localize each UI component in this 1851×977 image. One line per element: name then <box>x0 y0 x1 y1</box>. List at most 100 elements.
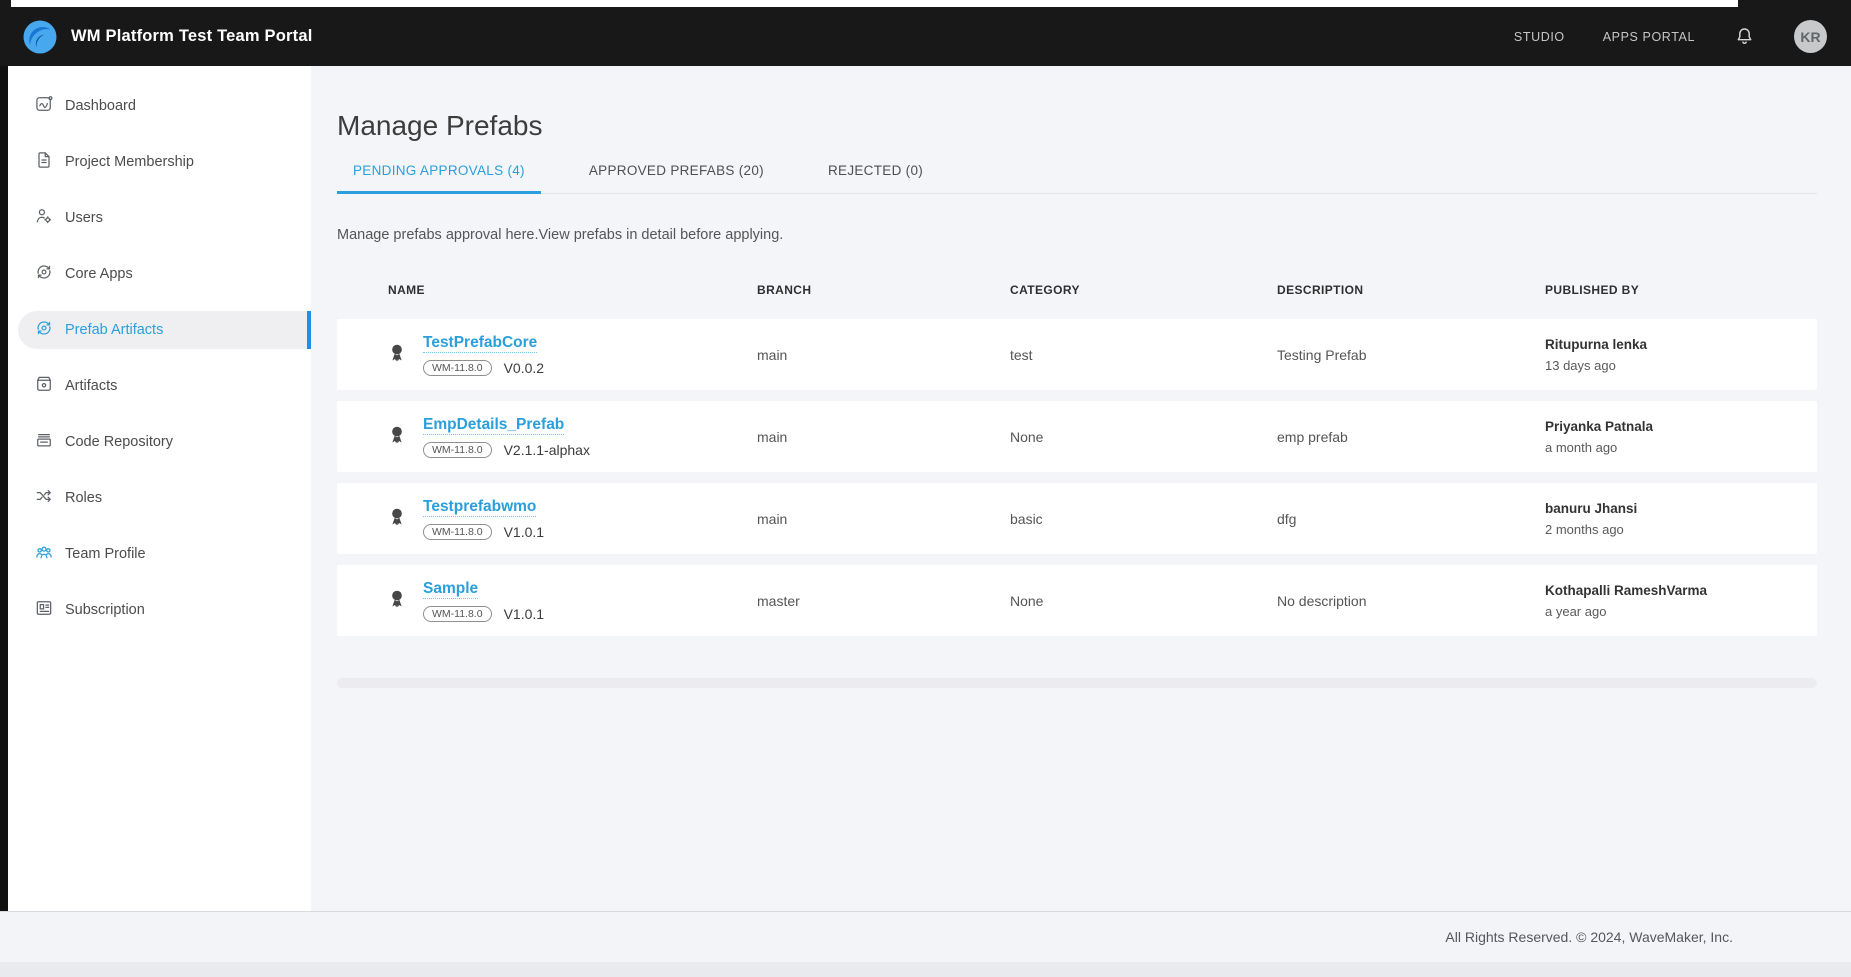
wavemaker-logo <box>22 19 58 55</box>
badge-line: WM-11.8.0 V1.0.1 <box>423 524 544 540</box>
sidebar-item-label: Project Membership <box>65 154 194 170</box>
prefab-medal-icon <box>387 342 407 368</box>
prefab-version: V1.0.1 <box>504 524 544 540</box>
sidebar-item-artifacts[interactable]: Artifacts <box>8 358 311 414</box>
published-time: a month ago <box>1545 440 1817 455</box>
name-info: EmpDetails_Prefab WM-11.8.0 V2.1.1-alpha… <box>423 416 590 458</box>
prefab-version: V0.0.2 <box>504 360 544 376</box>
dashboard-icon <box>34 94 54 118</box>
table-row: Sample WM-11.8.0 V1.0.1 master None No d… <box>337 565 1817 636</box>
publisher-name: Priyanka Patnala <box>1545 419 1817 434</box>
subscription-card-icon <box>34 598 54 622</box>
user-gear-icon <box>34 206 54 230</box>
prefab-name-link[interactable]: EmpDetails_Prefab <box>423 416 564 435</box>
apps-portal-link[interactable]: APPS PORTAL <box>1603 30 1695 44</box>
sidebar-item-label: Team Profile <box>65 546 146 562</box>
table-row: TestPrefabCore WM-11.8.0 V0.0.2 main tes… <box>337 319 1817 390</box>
sidebar-item-label: Dashboard <box>65 98 136 114</box>
column-header-published-by: PUBLISHED BY <box>1545 283 1817 297</box>
bottom-scroll-track[interactable] <box>0 962 1851 977</box>
publisher-name: Ritupurna lenka <box>1545 337 1817 352</box>
table-row: Testprefabwmo WM-11.8.0 V1.0.1 main basi… <box>337 483 1817 554</box>
name-cell: Sample WM-11.8.0 V1.0.1 <box>337 580 757 622</box>
sidebar-item-label: Core Apps <box>65 266 133 282</box>
column-header-category: CATEGORY <box>1010 283 1277 297</box>
description-cell: dfg <box>1277 511 1545 527</box>
sidebar-item-label: Prefab Artifacts <box>65 322 163 338</box>
sidebar-item-users[interactable]: Users <box>8 190 311 246</box>
sidebar-item-prefab-artifacts[interactable]: Prefab Artifacts <box>18 311 311 349</box>
branch-cell: main <box>757 429 1010 445</box>
prefab-list: TestPrefabCore WM-11.8.0 V0.0.2 main tes… <box>337 319 1817 636</box>
category-cell: None <box>1010 429 1277 445</box>
badge-line: WM-11.8.0 V2.1.1-alphax <box>423 442 590 458</box>
category-cell: test <box>1010 347 1277 363</box>
published-time: 2 months ago <box>1545 522 1817 537</box>
sidebar-item-dashboard[interactable]: Dashboard <box>8 78 311 134</box>
prefab-name-link[interactable]: Testprefabwmo <box>423 498 536 517</box>
platform-version-badge: WM-11.8.0 <box>423 606 492 622</box>
sidebar-item-label: Users <box>65 210 103 226</box>
sidebar-item-roles[interactable]: Roles <box>8 470 311 526</box>
document-icon <box>34 150 54 174</box>
prefab-name-link[interactable]: TestPrefabCore <box>423 334 537 353</box>
prefab-version: V2.1.1-alphax <box>504 442 590 458</box>
prefab-medal-icon <box>387 506 407 532</box>
sidebar: Dashboard Project Membership Users Cor <box>0 66 311 911</box>
sidebar-item-project-membership[interactable]: Project Membership <box>8 134 311 190</box>
published-by-cell: Ritupurna lenka 13 days ago <box>1545 337 1817 373</box>
table-header-row: NAME BRANCH CATEGORY DESCRIPTION PUBLISH… <box>337 283 1817 297</box>
browser-chrome-strip <box>11 0 1738 7</box>
prefab-medal-icon <box>387 424 407 450</box>
branch-cell: main <box>757 511 1010 527</box>
column-header-description: DESCRIPTION <box>1277 283 1545 297</box>
header-right: STUDIO APPS PORTAL KR <box>1514 20 1827 53</box>
prefab-version: V1.0.1 <box>504 606 544 622</box>
published-by-cell: Priyanka Patnala a month ago <box>1545 419 1817 455</box>
platform-version-badge: WM-11.8.0 <box>423 442 492 458</box>
tab-bar: PENDING APPROVALS (4) APPROVED PREFABS (… <box>337 163 1817 194</box>
sidebar-item-core-apps[interactable]: Core Apps <box>8 246 311 302</box>
page-description: Manage prefabs approval here.View prefab… <box>337 227 1817 243</box>
name-info: Testprefabwmo WM-11.8.0 V1.0.1 <box>423 498 544 540</box>
sidebar-item-team-profile[interactable]: Team Profile <box>8 526 311 582</box>
prefab-medal-icon <box>387 588 407 614</box>
badge-line: WM-11.8.0 V0.0.2 <box>423 360 544 376</box>
tab-pending-approvals[interactable]: PENDING APPROVALS (4) <box>337 163 541 194</box>
category-cell: None <box>1010 593 1277 609</box>
box-gear-icon <box>34 374 54 398</box>
app-header: WM Platform Test Team Portal STUDIO APPS… <box>0 0 1851 66</box>
sidebar-item-label: Code Repository <box>65 434 173 450</box>
name-info: TestPrefabCore WM-11.8.0 V0.0.2 <box>423 334 544 376</box>
sidebar-item-label: Subscription <box>65 602 145 618</box>
name-cell: EmpDetails_Prefab WM-11.8.0 V2.1.1-alpha… <box>337 416 757 458</box>
page-title: Manage Prefabs <box>337 110 1817 142</box>
user-avatar[interactable]: KR <box>1794 20 1827 53</box>
name-cell: TestPrefabCore WM-11.8.0 V0.0.2 <box>337 334 757 376</box>
sync-gear-icon <box>34 262 54 286</box>
copyright-text: All Rights Reserved. © 2024, WaveMaker, … <box>1445 929 1733 945</box>
table-end-bar <box>337 678 1817 688</box>
platform-version-badge: WM-11.8.0 <box>423 524 492 540</box>
published-time: a year ago <box>1545 604 1817 619</box>
tab-rejected[interactable]: REJECTED (0) <box>812 163 939 194</box>
tab-approved-prefabs[interactable]: APPROVED PREFABS (20) <box>573 163 780 194</box>
description-cell: emp prefab <box>1277 429 1545 445</box>
sidebar-item-code-repository[interactable]: Code Repository <box>8 414 311 470</box>
publisher-name: Kothapalli RameshVarma <box>1545 583 1817 598</box>
prefab-name-link[interactable]: Sample <box>423 580 478 599</box>
sidebar-item-subscription[interactable]: Subscription <box>8 582 311 638</box>
app-body: Dashboard Project Membership Users Cor <box>0 66 1851 911</box>
sidebar-item-label: Artifacts <box>65 378 117 394</box>
notifications-bell-icon[interactable] <box>1733 25 1756 48</box>
brand: WM Platform Test Team Portal <box>22 19 313 55</box>
name-cell: Testprefabwmo WM-11.8.0 V1.0.1 <box>337 498 757 540</box>
team-people-icon <box>34 542 54 566</box>
repository-icon <box>34 430 54 454</box>
platform-version-badge: WM-11.8.0 <box>423 360 492 376</box>
studio-link[interactable]: STUDIO <box>1514 30 1565 44</box>
category-cell: basic <box>1010 511 1277 527</box>
description-cell: Testing Prefab <box>1277 347 1545 363</box>
sidebar-item-label: Roles <box>65 490 102 506</box>
branch-cell: main <box>757 347 1010 363</box>
